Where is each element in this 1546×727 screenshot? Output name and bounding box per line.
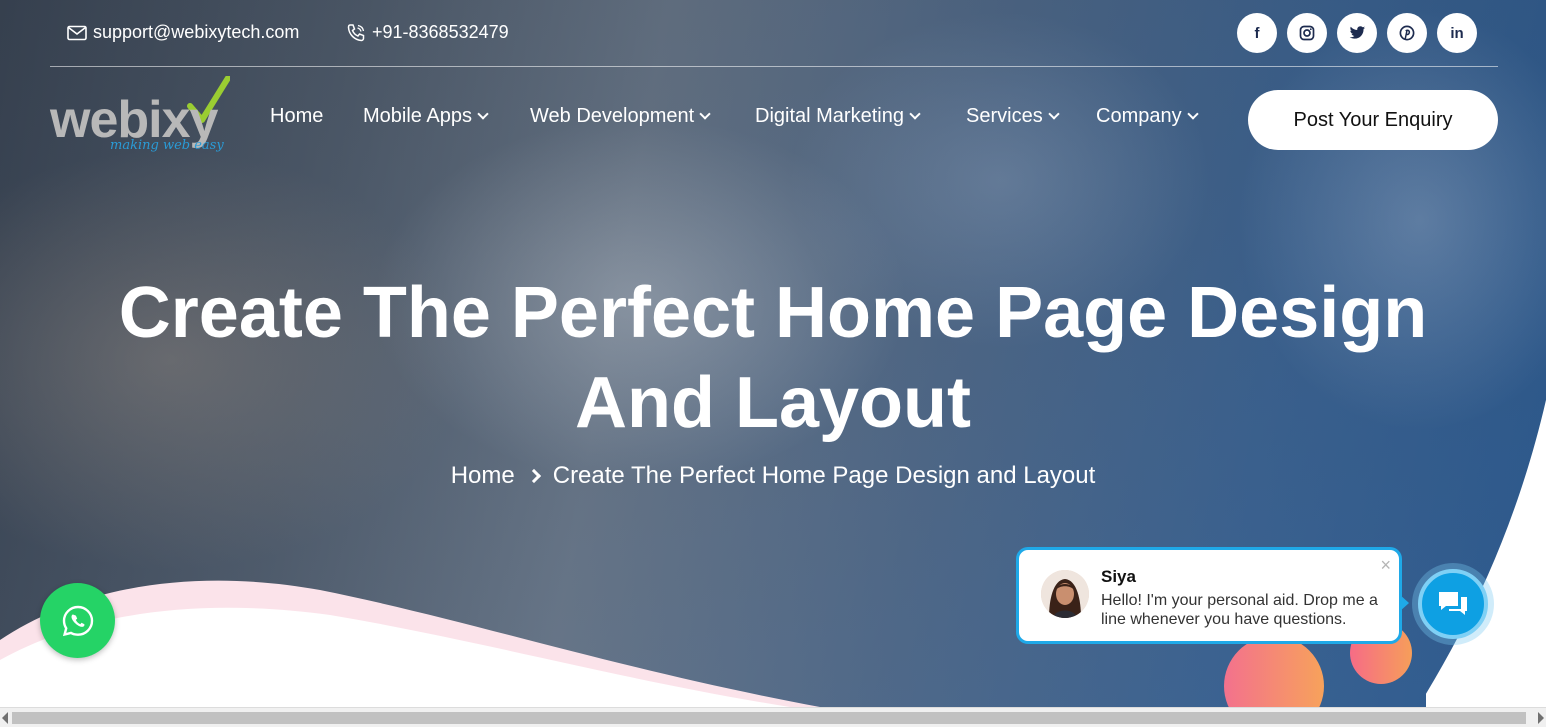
email-text: support@webixytech.com bbox=[93, 22, 300, 42]
twitter-icon[interactable] bbox=[1337, 13, 1377, 53]
mail-icon bbox=[67, 25, 87, 40]
nav-mobile-apps-label: Mobile Apps bbox=[363, 105, 472, 127]
chevron-right-icon bbox=[526, 468, 541, 484]
agent-avatar bbox=[1041, 570, 1089, 618]
nav-web-development-label: Web Development bbox=[530, 105, 695, 127]
chat-launcher-button[interactable] bbox=[1418, 569, 1488, 639]
chat-bubble-tail bbox=[1399, 594, 1409, 612]
nav-home[interactable]: Home bbox=[270, 105, 323, 128]
pinterest-icon[interactable] bbox=[1387, 13, 1427, 53]
site-logo[interactable]: webixy making web easy bbox=[50, 76, 240, 160]
page-title-line1: Create The Perfect Home Page Design bbox=[118, 273, 1428, 353]
linkedin-icon[interactable]: in bbox=[1437, 13, 1477, 53]
nav-mobile-apps[interactable]: Mobile Apps bbox=[363, 105, 489, 128]
nav-services-label: Services bbox=[966, 105, 1043, 127]
breadcrumb-home[interactable]: Home bbox=[451, 462, 515, 490]
chat-icon bbox=[1439, 592, 1467, 615]
scroll-right-arrow-icon[interactable] bbox=[1538, 712, 1544, 724]
agent-name: Siya bbox=[1101, 567, 1136, 586]
whatsapp-button[interactable] bbox=[40, 583, 115, 658]
horizontal-scrollbar[interactable] bbox=[0, 707, 1546, 727]
scroll-left-arrow-icon[interactable] bbox=[2, 712, 8, 724]
chevron-down-icon bbox=[1048, 108, 1060, 120]
page-title-line2: And Layout bbox=[575, 363, 971, 443]
nav-digital-marketing[interactable]: Digital Marketing bbox=[755, 105, 921, 128]
social-links: f in bbox=[1237, 13, 1477, 53]
breadcrumb-current: Create The Perfect Home Page Design and … bbox=[552, 462, 1096, 489]
top-contact-bar: support@webixytech.com +91-8368532479 f … bbox=[50, 0, 1498, 67]
phone-text: +91-8368532479 bbox=[372, 22, 509, 42]
chat-message: Hello! I'm your personal aid. Drop me a … bbox=[1101, 592, 1378, 628]
chevron-down-icon bbox=[909, 108, 921, 120]
nav-company-label: Company bbox=[1096, 105, 1182, 127]
instagram-icon[interactable] bbox=[1287, 13, 1327, 53]
nav-company[interactable]: Company bbox=[1096, 105, 1199, 128]
nav-digital-marketing-label: Digital Marketing bbox=[755, 105, 904, 127]
nav-web-development[interactable]: Web Development bbox=[530, 105, 711, 128]
chat-popup[interactable]: Siya Hello! I'm your personal aid. Drop … bbox=[1016, 547, 1402, 644]
facebook-icon[interactable]: f bbox=[1237, 13, 1277, 53]
page-title: Create The Perfect Home Page Design And … bbox=[60, 268, 1486, 448]
chevron-down-icon bbox=[1186, 108, 1199, 120]
facebook-label: f bbox=[1254, 24, 1260, 42]
linkedin-label: in bbox=[1450, 24, 1464, 42]
email-link[interactable]: support@webixytech.com bbox=[67, 22, 299, 43]
close-icon[interactable]: × bbox=[1380, 556, 1391, 574]
nav-home-label: Home bbox=[270, 105, 324, 127]
scrollbar-thumb[interactable] bbox=[12, 712, 1526, 724]
logo-tagline: making web easy bbox=[110, 138, 224, 153]
phone-link[interactable]: +91-8368532479 bbox=[346, 22, 509, 43]
whatsapp-icon bbox=[62, 605, 93, 636]
nav-services[interactable]: Services bbox=[966, 105, 1060, 128]
chevron-down-icon bbox=[699, 108, 711, 120]
post-enquiry-button[interactable]: Post Your Enquiry bbox=[1248, 90, 1498, 150]
chevron-down-icon bbox=[477, 108, 489, 120]
phone-icon bbox=[347, 23, 365, 41]
breadcrumb: Home Create The Perfect Home Page Design… bbox=[0, 462, 1546, 490]
